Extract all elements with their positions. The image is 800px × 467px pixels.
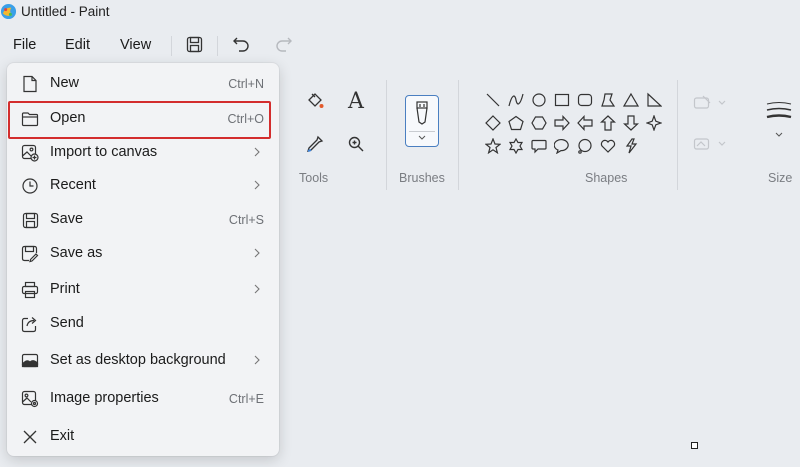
five-point-star-shape-icon[interactable] xyxy=(484,137,502,155)
oval-shape-icon[interactable] xyxy=(530,91,548,109)
triangle-shape-icon[interactable] xyxy=(622,91,640,109)
file-menu-label: Print xyxy=(50,281,80,297)
file-menu-item-send[interactable]: Send xyxy=(7,309,279,339)
file-menu-item-save[interactable]: Save Ctrl+S xyxy=(7,205,279,235)
ribbon-divider xyxy=(386,80,387,190)
left-arrow-shape-icon[interactable] xyxy=(576,114,594,132)
fill-bucket-icon[interactable] xyxy=(302,88,328,114)
cloud-callout-shape-icon[interactable] xyxy=(576,137,594,155)
file-menu-label: Image properties xyxy=(50,390,159,406)
tools-label: Tools xyxy=(299,171,329,185)
menu-file[interactable]: File xyxy=(13,37,36,53)
line-shape-icon[interactable] xyxy=(484,91,502,109)
canvas-resize-handle[interactable] xyxy=(691,442,698,449)
close-icon xyxy=(21,428,39,446)
file-menu-label: Recent xyxy=(50,177,96,193)
file-menu-item-recent[interactable]: Recent xyxy=(7,171,279,201)
oval-callout-shape-icon[interactable] xyxy=(553,137,571,155)
window-title: Untitled - Paint xyxy=(21,4,110,19)
file-menu-item-save-as[interactable]: Save as xyxy=(7,239,279,269)
file-menu-shortcut: Ctrl+N xyxy=(228,77,264,91)
printer-icon xyxy=(21,281,39,299)
chevron-right-icon xyxy=(254,147,260,157)
heart-shape-icon[interactable] xyxy=(599,137,617,155)
diamond-shape-icon[interactable] xyxy=(484,114,502,132)
file-menu-item-import-to-canvas[interactable]: Import to canvas xyxy=(7,138,279,168)
down-arrow-shape-icon[interactable] xyxy=(622,114,640,132)
file-menu-label: Set as desktop background xyxy=(50,352,226,368)
rect-callout-shape-icon[interactable] xyxy=(530,137,548,155)
right-arrow-shape-icon[interactable] xyxy=(553,114,571,132)
file-menu-label: New xyxy=(50,75,80,91)
share-icon xyxy=(21,315,39,333)
brushes-label: Brushes xyxy=(399,171,445,185)
size-icon[interactable] xyxy=(764,98,794,142)
rounded-rectangle-shape-icon[interactable] xyxy=(576,91,594,109)
pentagon-shape-icon[interactable] xyxy=(507,114,525,132)
file-menu-label: Import to canvas xyxy=(50,144,158,160)
save-as-icon xyxy=(21,245,39,263)
title-bar: Untitled - Paint xyxy=(0,0,800,28)
chevron-right-icon xyxy=(254,355,260,365)
chevron-down-icon xyxy=(418,135,426,140)
file-menu-label: Exit xyxy=(50,428,75,444)
lightning-shape-icon[interactable] xyxy=(622,137,640,155)
undo-icon[interactable] xyxy=(229,32,253,56)
fill-style-icon[interactable] xyxy=(690,131,730,157)
chevron-right-icon xyxy=(254,284,260,294)
file-menu-shortcut: Ctrl+E xyxy=(228,392,264,406)
magnifier-icon[interactable] xyxy=(343,131,369,157)
file-menu-label: Save as xyxy=(50,245,103,261)
paint-app-icon xyxy=(0,3,17,20)
brushes-button[interactable] xyxy=(405,95,439,147)
save-icon[interactable] xyxy=(182,32,206,56)
color-picker-icon[interactable] xyxy=(302,131,328,157)
file-menu-shortcut: Ctrl+S xyxy=(228,213,264,227)
menu-bar: File Edit View xyxy=(0,28,800,62)
menu-view[interactable]: View xyxy=(120,37,151,53)
quick-access-divider xyxy=(217,36,218,56)
chevron-right-icon xyxy=(254,180,260,190)
ribbon-divider xyxy=(458,80,459,190)
outline-style-icon[interactable] xyxy=(690,90,730,116)
new-file-icon xyxy=(21,75,39,93)
file-menu-label: Send xyxy=(50,315,84,331)
file-menu-item-print[interactable]: Print xyxy=(7,275,279,305)
rectangle-shape-icon[interactable] xyxy=(553,91,571,109)
six-point-star-shape-icon[interactable] xyxy=(507,137,525,155)
hexagon-shape-icon[interactable] xyxy=(530,114,548,132)
four-point-star-shape-icon[interactable] xyxy=(645,114,663,132)
desktop-background-icon xyxy=(21,352,39,370)
ribbon-divider xyxy=(677,80,678,190)
text-tool-icon[interactable]: A xyxy=(343,88,369,114)
chevron-right-icon xyxy=(254,248,260,258)
image-properties-icon xyxy=(21,390,39,408)
open-highlight-box xyxy=(8,101,271,139)
menu-divider xyxy=(171,36,172,56)
file-menu-item-new[interactable]: New Ctrl+N xyxy=(7,69,279,99)
right-triangle-shape-icon[interactable] xyxy=(645,91,663,109)
polygon-shape-icon[interactable] xyxy=(599,91,617,109)
up-arrow-shape-icon[interactable] xyxy=(599,114,617,132)
shapes-label: Shapes xyxy=(585,171,628,185)
size-label: Size xyxy=(768,171,793,185)
file-menu-item-exit[interactable]: Exit xyxy=(7,422,279,452)
menu-edit[interactable]: Edit xyxy=(65,37,90,53)
curve-shape-icon[interactable] xyxy=(507,91,525,109)
import-image-icon xyxy=(21,144,39,162)
file-menu-label: Save xyxy=(50,211,84,227)
clock-icon xyxy=(21,177,39,195)
redo-icon[interactable] xyxy=(272,32,296,56)
save-icon xyxy=(21,211,39,229)
file-menu-item-set-as-desktop-background[interactable]: Set as desktop background xyxy=(7,346,279,376)
file-menu-item-image-properties[interactable]: Image properties Ctrl+E xyxy=(7,384,279,414)
